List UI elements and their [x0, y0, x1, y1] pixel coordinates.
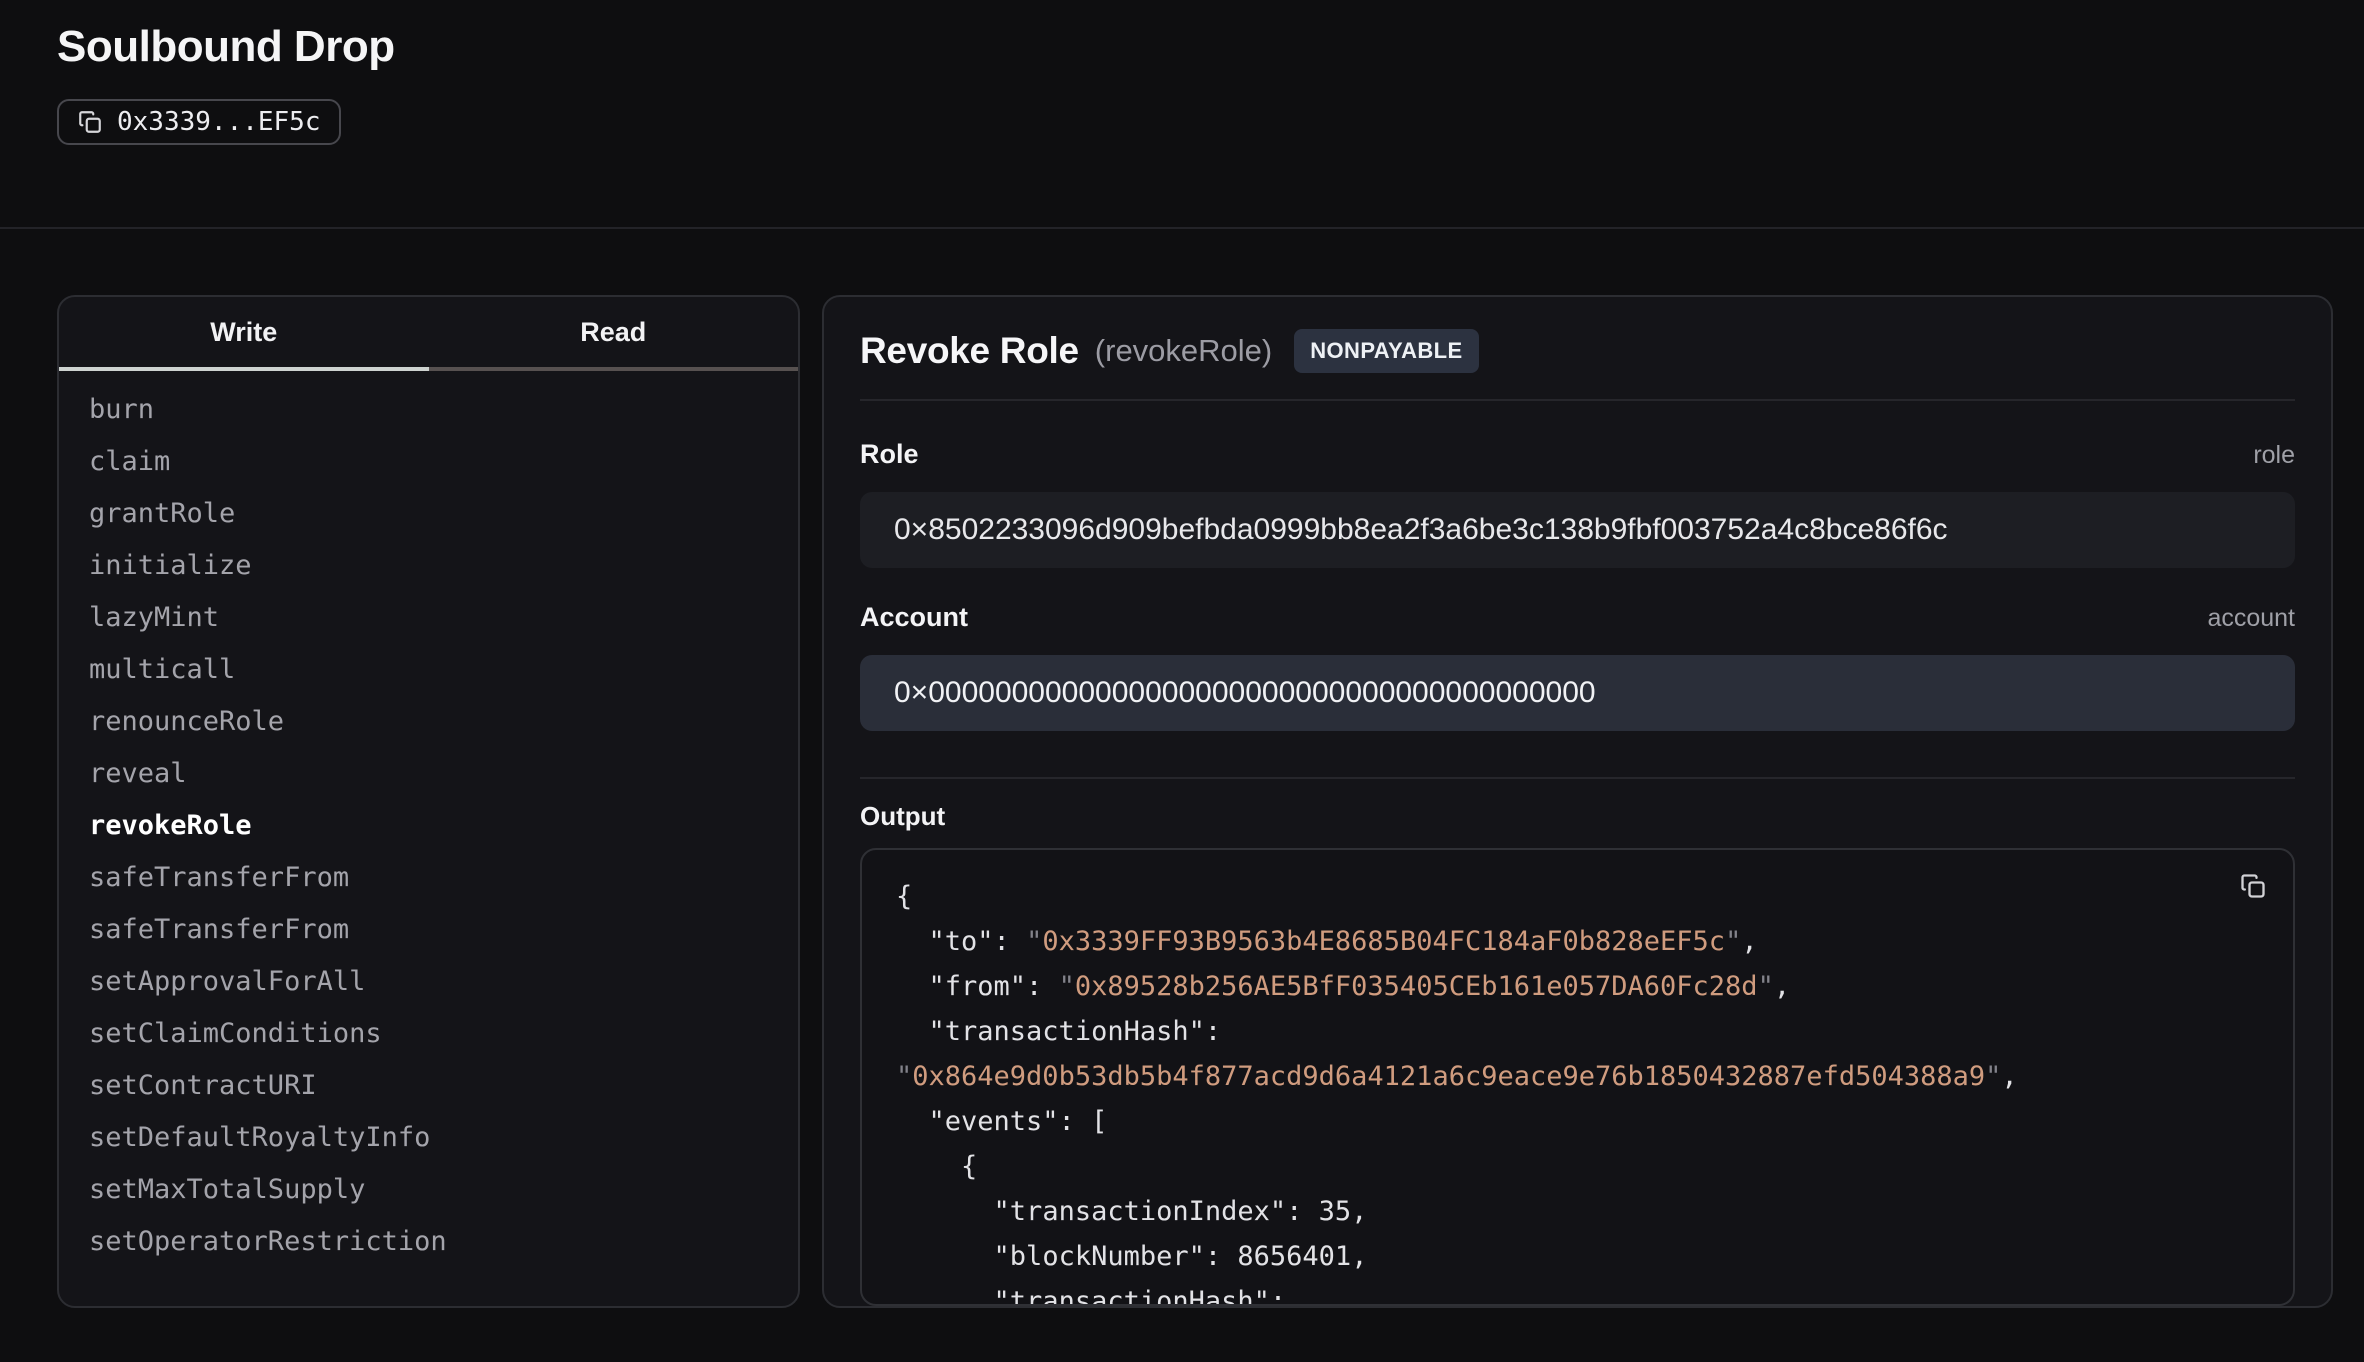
- function-list-item[interactable]: setClaimConditions: [89, 1007, 798, 1059]
- copy-icon: [2239, 888, 2267, 903]
- contract-address-button[interactable]: 0x3339...EF5c: [57, 99, 341, 145]
- page: Soulbound Drop 0x3339...EF5c Write Read …: [0, 0, 2364, 1362]
- function-list-item[interactable]: setApprovalForAll: [89, 955, 798, 1007]
- output-json: { "to": "0x3339FF93B9563b4E8685B04FC184a…: [896, 874, 2259, 1306]
- function-list-item[interactable]: burn: [89, 383, 798, 435]
- function-list-item[interactable]: initialize: [89, 539, 798, 591]
- function-list-item[interactable]: claim: [89, 435, 798, 487]
- page-title: Soulbound Drop: [57, 0, 395, 72]
- function-list-item[interactable]: setContractURI: [89, 1059, 798, 1111]
- role-type-hint: role: [2253, 441, 2295, 470]
- function-list: burnclaimgrantRoleinitializelazyMintmult…: [59, 383, 798, 1267]
- copy-icon: [77, 109, 103, 135]
- output-label: Output: [860, 801, 2295, 832]
- function-detail-header: Revoke Role (revokeRole) NONPAYABLE: [824, 297, 2331, 399]
- function-list-item[interactable]: setDefaultRoyaltyInfo: [89, 1111, 798, 1163]
- function-list-item[interactable]: safeTransferFrom: [89, 851, 798, 903]
- function-list-item[interactable]: renounceRole: [89, 695, 798, 747]
- main-content: Write Read burnclaimgrantRoleinitializel…: [57, 295, 2333, 1308]
- output-section-divider: [860, 777, 2295, 779]
- account-type-hint: account: [2207, 604, 2295, 633]
- tab-read[interactable]: Read: [429, 297, 799, 371]
- page-header: Soulbound Drop 0x3339...EF5c: [57, 0, 395, 145]
- account-field-header: Account account: [860, 602, 2295, 633]
- function-signature: (revokeRole): [1095, 333, 1272, 369]
- copy-output-button[interactable]: [2239, 872, 2267, 900]
- contract-address-label: 0x3339...EF5c: [117, 107, 321, 137]
- header-divider: [0, 227, 2364, 229]
- function-list-item[interactable]: safeTransferFrom: [89, 903, 798, 955]
- function-list-item[interactable]: multicall: [89, 643, 798, 695]
- account-label: Account: [860, 602, 968, 633]
- function-form: Role role 0×8502233096d909befbda0999bb8e…: [824, 401, 2331, 1306]
- function-detail-panel: Revoke Role (revokeRole) NONPAYABLE Role…: [822, 295, 2333, 1308]
- account-input[interactable]: 0×00000000000000000000000000000000000000…: [860, 655, 2295, 731]
- function-list-item[interactable]: setMaxTotalSupply: [89, 1163, 798, 1215]
- role-field-header: Role role: [860, 439, 2295, 470]
- tab-bar: Write Read: [59, 297, 798, 371]
- function-list-item[interactable]: grantRole: [89, 487, 798, 539]
- function-list-panel: Write Read burnclaimgrantRoleinitializel…: [57, 295, 800, 1308]
- function-title: Revoke Role: [860, 330, 1079, 372]
- function-list-item[interactable]: revokeRole: [89, 799, 798, 851]
- role-input[interactable]: 0×8502233096d909befbda0999bb8ea2f3a6be3c…: [860, 492, 2295, 568]
- function-list-item[interactable]: setOperatorRestriction: [89, 1215, 798, 1267]
- function-list-item[interactable]: lazyMint: [89, 591, 798, 643]
- tab-write[interactable]: Write: [59, 297, 429, 371]
- output-box: { "to": "0x3339FF93B9563b4E8685B04FC184a…: [860, 848, 2295, 1306]
- role-label: Role: [860, 439, 919, 470]
- function-list-item[interactable]: reveal: [89, 747, 798, 799]
- mutability-badge: NONPAYABLE: [1294, 329, 1478, 373]
